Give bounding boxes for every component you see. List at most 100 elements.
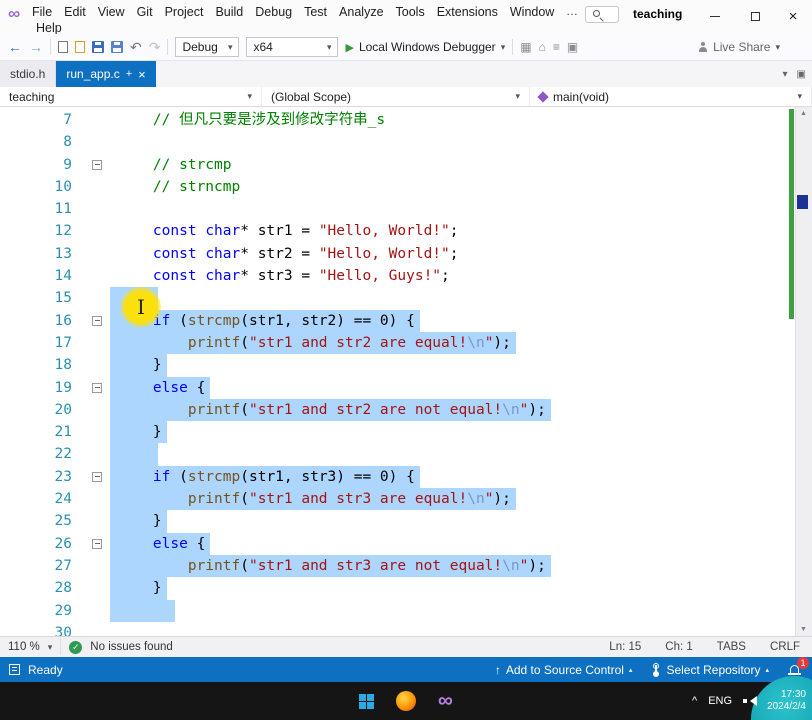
- zoom-select[interactable]: 110 %: [8, 641, 40, 653]
- taskbar-clock[interactable]: 17:30 2024/2/4: [767, 689, 806, 713]
- code-line-26[interactable]: 26 else {: [0, 532, 795, 555]
- home-icon[interactable]: ⌂: [539, 40, 546, 54]
- code-line-30[interactable]: 30: [0, 622, 795, 636]
- code-line-27[interactable]: 27 printf("str1 and str3 are not equal!\…: [0, 554, 795, 578]
- code-line-17[interactable]: 17 printf("str1 and str2 are equal!\n");: [0, 331, 795, 355]
- menu-analyze[interactable]: Analyze: [333, 3, 389, 21]
- menu-test[interactable]: Test: [298, 3, 333, 21]
- code-line-10[interactable]: 10 // strncmp: [0, 176, 795, 198]
- search-box[interactable]: [585, 6, 619, 23]
- taskbar-center: ∞: [359, 682, 453, 720]
- code-line-9[interactable]: 9 // strcmp: [0, 154, 795, 176]
- live-share-button[interactable]: Live Share ▾: [698, 40, 804, 54]
- fold-toggle-icon[interactable]: [72, 310, 110, 332]
- project-dropdown[interactable]: teaching ▾: [0, 87, 262, 106]
- scope-dropdown[interactable]: (Global Scope) ▾: [262, 87, 530, 106]
- solution-platform-select[interactable]: x64 ▾: [246, 37, 339, 57]
- code-line-19[interactable]: 19 else {: [0, 376, 795, 399]
- member-dropdown[interactable]: main(void) ▾: [530, 87, 812, 106]
- window-options-icon[interactable]: ▣: [797, 69, 806, 80]
- menu-debug[interactable]: Debug: [249, 3, 298, 21]
- fold-toggle-icon[interactable]: [72, 377, 110, 399]
- line-number: 16: [54, 312, 72, 329]
- code-line-24[interactable]: 24 printf("str1 and str3 are equal!\n");: [0, 488, 795, 511]
- code-line-18[interactable]: 18 }: [0, 354, 795, 377]
- new-file-icon[interactable]: [58, 41, 68, 53]
- start-debugging-button[interactable]: ▶ Local Windows Debugger ▾: [345, 40, 505, 54]
- code-line-8[interactable]: 8: [0, 131, 795, 153]
- indent-indicator[interactable]: TABS: [717, 641, 746, 653]
- code-line-23[interactable]: 23 if (strcmp(str1, str3) == 0) {: [0, 465, 795, 489]
- fold-toggle-icon[interactable]: [72, 466, 110, 488]
- list-icon[interactable]: ≡: [553, 40, 560, 54]
- line-number: 11: [54, 201, 72, 218]
- code-line-7[interactable]: 7 // 但凡只要是涉及到修改字符串_s: [0, 109, 795, 131]
- language-indicator[interactable]: ENG: [708, 695, 732, 707]
- code-line-20[interactable]: 20 printf("str1 and str2 are not equal!\…: [0, 398, 795, 422]
- code-editor[interactable]: 7 // 但凡只要是涉及到修改字符串_s 8 9 // strcmp 10 // st…: [0, 107, 812, 636]
- fold-margin: [72, 577, 110, 599]
- scroll-down-icon[interactable]: ▼: [800, 626, 807, 633]
- firefox-icon[interactable]: [396, 691, 417, 711]
- code-line-11[interactable]: 11: [0, 198, 795, 220]
- menu-build[interactable]: Build: [209, 3, 249, 21]
- code-line-16[interactable]: 16 if (strcmp(str1, str2) == 0) {: [0, 309, 795, 332]
- code-line-12[interactable]: 12 const char* str1 = "Hello, World!";: [0, 220, 795, 242]
- menu-overflow-icon[interactable]: …: [566, 4, 578, 18]
- navigate-back-icon[interactable]: ←: [8, 39, 22, 55]
- restore-button[interactable]: [740, 5, 770, 27]
- windows-start-button[interactable]: [359, 693, 375, 709]
- solution-configuration-select[interactable]: Debug ▾: [175, 37, 240, 57]
- fold-toggle-icon[interactable]: [72, 533, 110, 555]
- menu-window[interactable]: Window: [504, 3, 560, 21]
- save-icon[interactable]: [92, 41, 104, 53]
- visual-studio-logo-icon: ∞: [8, 4, 21, 23]
- add-to-source-control-button[interactable]: ↑ Add to Source Control ▴: [495, 663, 633, 677]
- close-tab-icon[interactable]: ×: [138, 67, 146, 82]
- line-indicator[interactable]: Ln: 15: [609, 641, 641, 653]
- menu-extensions[interactable]: Extensions: [431, 3, 504, 21]
- code-line-15[interactable]: 15: [0, 287, 795, 310]
- toolbar-separator: [512, 39, 514, 55]
- background-tasks-icon[interactable]: [9, 664, 20, 675]
- clock-time: 17:30: [780, 689, 806, 700]
- fold-toggle-icon[interactable]: [72, 154, 110, 176]
- code-line-28[interactable]: 28 }: [0, 577, 795, 600]
- vertical-scrollbar[interactable]: ▲ ▼: [795, 107, 812, 636]
- volume-icon[interactable]: [743, 695, 758, 707]
- navigate-forward-icon[interactable]: →: [29, 39, 43, 55]
- code-line-29[interactable]: 29: [0, 599, 795, 622]
- open-file-icon[interactable]: [75, 41, 85, 53]
- menu-view[interactable]: View: [92, 3, 131, 21]
- menu-git[interactable]: Git: [131, 3, 159, 21]
- tray-expand-icon[interactable]: ^: [692, 695, 697, 707]
- column-indicator[interactable]: Ch: 1: [665, 641, 693, 653]
- code-text: const char* str3 = "Hello, Guys!";: [152, 268, 450, 285]
- fold-margin: [72, 354, 110, 376]
- tab-stdio-h[interactable]: stdio.h: [0, 61, 57, 87]
- solution-explorer-icon[interactable]: ▦: [520, 40, 531, 54]
- minimize-button[interactable]: [700, 5, 730, 27]
- save-all-icon[interactable]: [111, 41, 123, 53]
- pin-icon[interactable]: +: [126, 68, 132, 80]
- code-line-25[interactable]: 25 }: [0, 510, 795, 533]
- menu-project[interactable]: Project: [159, 3, 210, 21]
- scroll-up-icon[interactable]: ▲: [800, 110, 807, 117]
- tab-list-icon[interactable]: ▾: [783, 69, 788, 80]
- undo-icon[interactable]: ↶: [130, 39, 142, 56]
- eol-indicator[interactable]: CRLF: [770, 641, 800, 653]
- line-number: 21: [54, 424, 72, 441]
- code-line-13[interactable]: 13 const char* str2 = "Hello, World!";: [0, 243, 795, 265]
- fold-margin: [72, 510, 110, 532]
- select-repository-button[interactable]: Select Repository ▴: [650, 663, 769, 677]
- menu-tools[interactable]: Tools: [390, 3, 431, 21]
- window-layout-icon[interactable]: ▣: [567, 40, 578, 54]
- close-window-button[interactable]: ×: [778, 5, 808, 27]
- visual-studio-taskbar-icon[interactable]: ∞: [438, 690, 453, 711]
- code-line-22[interactable]: 22: [0, 443, 795, 466]
- code-line-21[interactable]: 21 }: [0, 421, 795, 444]
- code-line-14[interactable]: 14 const char* str3 = "Hello, Guys!";: [0, 265, 795, 287]
- code-text: if (strcmp(str1, str3) == 0) {: [110, 465, 420, 489]
- tab-run-app-c[interactable]: run_app.c + ×: [56, 61, 156, 87]
- redo-icon[interactable]: ↷: [149, 39, 161, 56]
